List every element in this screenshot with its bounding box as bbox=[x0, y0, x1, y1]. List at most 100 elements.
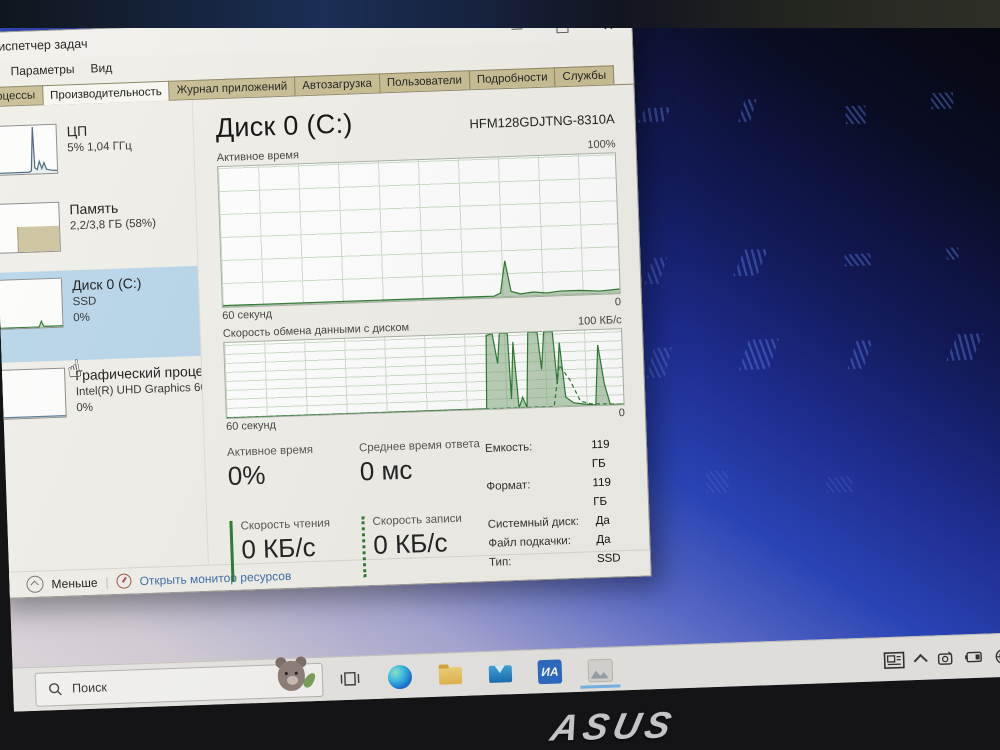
disk-title: Диск 0 (C:) bbox=[72, 273, 198, 293]
chart1-xlabel: 60 секунд bbox=[222, 308, 272, 322]
cpu-stats: 5% 1,04 ГГц bbox=[67, 137, 193, 157]
mail-button[interactable] bbox=[486, 655, 513, 692]
wallpaper-glyph bbox=[733, 249, 768, 276]
disk-details: Емкость:119 ГБ Формат:119 ГБ Системный д… bbox=[479, 433, 631, 573]
menu-options[interactable]: Параметры bbox=[10, 62, 74, 78]
detail-value: 119 ГБ bbox=[591, 435, 627, 474]
detail-label: Формат: bbox=[486, 474, 594, 516]
wallpaper-glyph bbox=[826, 476, 853, 493]
sidebar-item-gpu[interactable]: Графический процессор Intel(R) UHD Graph… bbox=[0, 356, 204, 450]
memory-fill-bar bbox=[17, 226, 59, 252]
mail-icon bbox=[488, 665, 512, 683]
chart1-ymax: 100% bbox=[587, 138, 616, 151]
wallpaper-glyph bbox=[847, 340, 872, 369]
chart1-y0: 0 bbox=[615, 296, 622, 308]
stat-value: 0 мс bbox=[359, 452, 480, 487]
disk-mini-graph bbox=[0, 278, 64, 330]
wallpaper-glyph bbox=[638, 107, 672, 122]
chart2-ymax: 100 КБ/с bbox=[578, 314, 622, 328]
wallpaper-glyph bbox=[931, 92, 954, 109]
wallpaper-glyph bbox=[739, 339, 779, 370]
detail-label: Тип: bbox=[489, 550, 598, 573]
tab-users[interactable]: Пользователи bbox=[379, 70, 471, 92]
tray-device-icon[interactable] bbox=[936, 650, 954, 666]
detail-label: Емкость: bbox=[485, 436, 593, 478]
stat-response-time: Среднее время ответа 0 мс bbox=[359, 438, 481, 504]
network-globe-icon[interactable] bbox=[994, 647, 1000, 665]
gpu-mini-graph bbox=[0, 368, 67, 420]
transfer-rate-chart bbox=[223, 328, 624, 419]
disk-performance-pane: Диск 0 (C:) HFM128GDJTNG-8310A Активное … bbox=[193, 85, 650, 565]
stat-read-speed: Скорость чтения 0 КБ/с bbox=[229, 516, 363, 582]
wallpaper-glyph bbox=[706, 471, 729, 494]
cpu-mini-graph bbox=[0, 124, 58, 176]
wallpaper-glyph bbox=[946, 334, 983, 361]
laptop-bezel-top bbox=[0, 0, 1000, 28]
ia-app-icon: ИА bbox=[537, 659, 562, 684]
detail-value: 119 ГБ bbox=[592, 473, 628, 512]
wallpaper-glyph bbox=[845, 106, 866, 125]
edge-icon bbox=[388, 665, 413, 690]
stat-write-speed: Скорость записи 0 КБ/с bbox=[361, 512, 483, 578]
tab-processes[interactable]: Процессы bbox=[0, 85, 43, 106]
sidebar-item-memory[interactable]: Память 2,2/3,8 ГБ (58%) bbox=[0, 190, 197, 274]
photos-app-icon bbox=[587, 658, 613, 682]
sidebar-item-cpu[interactable]: ЦП 5% 1,04 ГГц bbox=[0, 112, 195, 198]
ia-app-button[interactable]: ИА bbox=[536, 653, 563, 690]
menu-view[interactable]: Вид bbox=[90, 61, 112, 76]
laptop-screen: Диспетчер задач ✕ Параметры Вид Процессы… bbox=[0, 0, 1000, 712]
memory-mini-graph bbox=[0, 202, 61, 254]
stat-active-time: Активное время 0% bbox=[227, 442, 361, 508]
detail-value: Да bbox=[596, 531, 611, 550]
battery-icon[interactable] bbox=[964, 651, 983, 664]
tab-details[interactable]: Подробности bbox=[469, 67, 556, 89]
footer-divider: | bbox=[105, 575, 109, 589]
search-input[interactable]: Поиск bbox=[35, 663, 324, 707]
wallpaper-glyph bbox=[946, 247, 958, 259]
search-highlight-bear-image[interactable] bbox=[273, 656, 316, 697]
photos-app-button[interactable] bbox=[586, 652, 613, 689]
memory-stats: 2,2/3,8 ГБ (58%) bbox=[70, 215, 196, 235]
chart2-y0: 0 bbox=[619, 407, 626, 419]
stat-value: 0 КБ/с bbox=[241, 530, 363, 565]
performance-sidebar: ЦП 5% 1,04 ГГц Память 2,2/3,8 ГБ (58%) bbox=[0, 100, 209, 572]
tab-services[interactable]: Службы bbox=[554, 65, 614, 86]
chart2-xlabel: 60 секунд bbox=[226, 419, 276, 433]
wallpaper-glyph bbox=[645, 258, 668, 285]
stat-label: Скорость записи bbox=[372, 512, 481, 528]
task-view-icon bbox=[340, 670, 361, 687]
gpu-title: Графический процессор bbox=[75, 363, 201, 383]
minimize-icon bbox=[511, 28, 522, 29]
system-tray bbox=[883, 633, 1000, 682]
hidden-icons-chevron[interactable] bbox=[914, 653, 928, 667]
file-explorer-button[interactable] bbox=[436, 657, 463, 694]
page-title: Диск 0 (C:) bbox=[215, 108, 353, 144]
task-view-button[interactable] bbox=[336, 660, 363, 697]
detail-row: Емкость:119 ГБ bbox=[485, 435, 627, 478]
task-manager-window: Диспетчер задач ✕ Параметры Вид Процессы… bbox=[0, 10, 652, 600]
detail-value: SSD bbox=[597, 549, 621, 569]
fewer-details-button[interactable]: Меньше bbox=[51, 575, 97, 591]
wallpaper-glyph bbox=[844, 253, 870, 266]
chart1-label: Активное время bbox=[217, 149, 300, 164]
edge-browser-button[interactable] bbox=[386, 659, 413, 696]
collapse-chevron-icon bbox=[26, 575, 44, 593]
detail-value: Да bbox=[595, 512, 610, 531]
stat-value: 0% bbox=[227, 456, 360, 492]
resource-monitor-icon bbox=[116, 573, 132, 589]
asus-logo: ASUS bbox=[547, 704, 680, 749]
news-widgets-icon[interactable] bbox=[883, 651, 905, 669]
detail-row: Формат:119 ГБ bbox=[486, 473, 628, 516]
folder-icon bbox=[438, 666, 462, 684]
stat-value: 0 КБ/с bbox=[373, 526, 483, 561]
memory-title: Память bbox=[69, 197, 195, 217]
sidebar-item-disk0[interactable]: Диск 0 (C:) SSD 0% bbox=[0, 266, 201, 364]
cpu-title: ЦП bbox=[66, 119, 192, 139]
active-app-indicator bbox=[580, 684, 620, 688]
wallpaper-glyph bbox=[738, 99, 756, 122]
tab-startup[interactable]: Автозагрузка bbox=[294, 73, 380, 95]
search-icon bbox=[48, 682, 62, 696]
active-time-chart bbox=[217, 152, 621, 308]
wallpaper-glyph bbox=[647, 347, 672, 378]
disk-model: HFM128GDJTNG-8310A bbox=[469, 111, 615, 135]
